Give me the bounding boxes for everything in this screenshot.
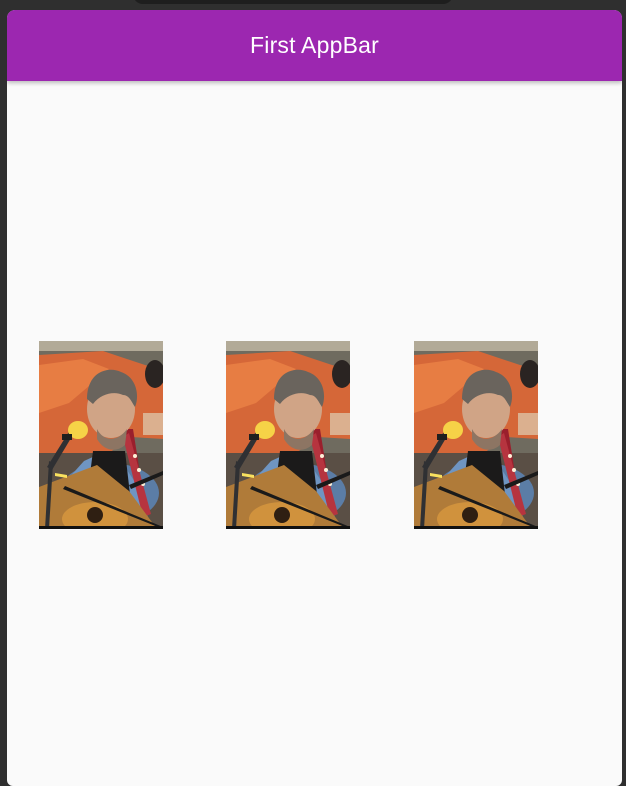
- device-notch: [133, 0, 453, 4]
- musician-image: [39, 341, 163, 529]
- image-row: [7, 341, 622, 529]
- musician-image: [226, 341, 350, 529]
- app-bar: First AppBar: [7, 10, 622, 81]
- musician-image: [414, 341, 538, 529]
- app-screen: First AppBar: [7, 10, 622, 786]
- app-bar-title: First AppBar: [250, 32, 379, 58]
- device-frame: First AppBar: [0, 0, 626, 786]
